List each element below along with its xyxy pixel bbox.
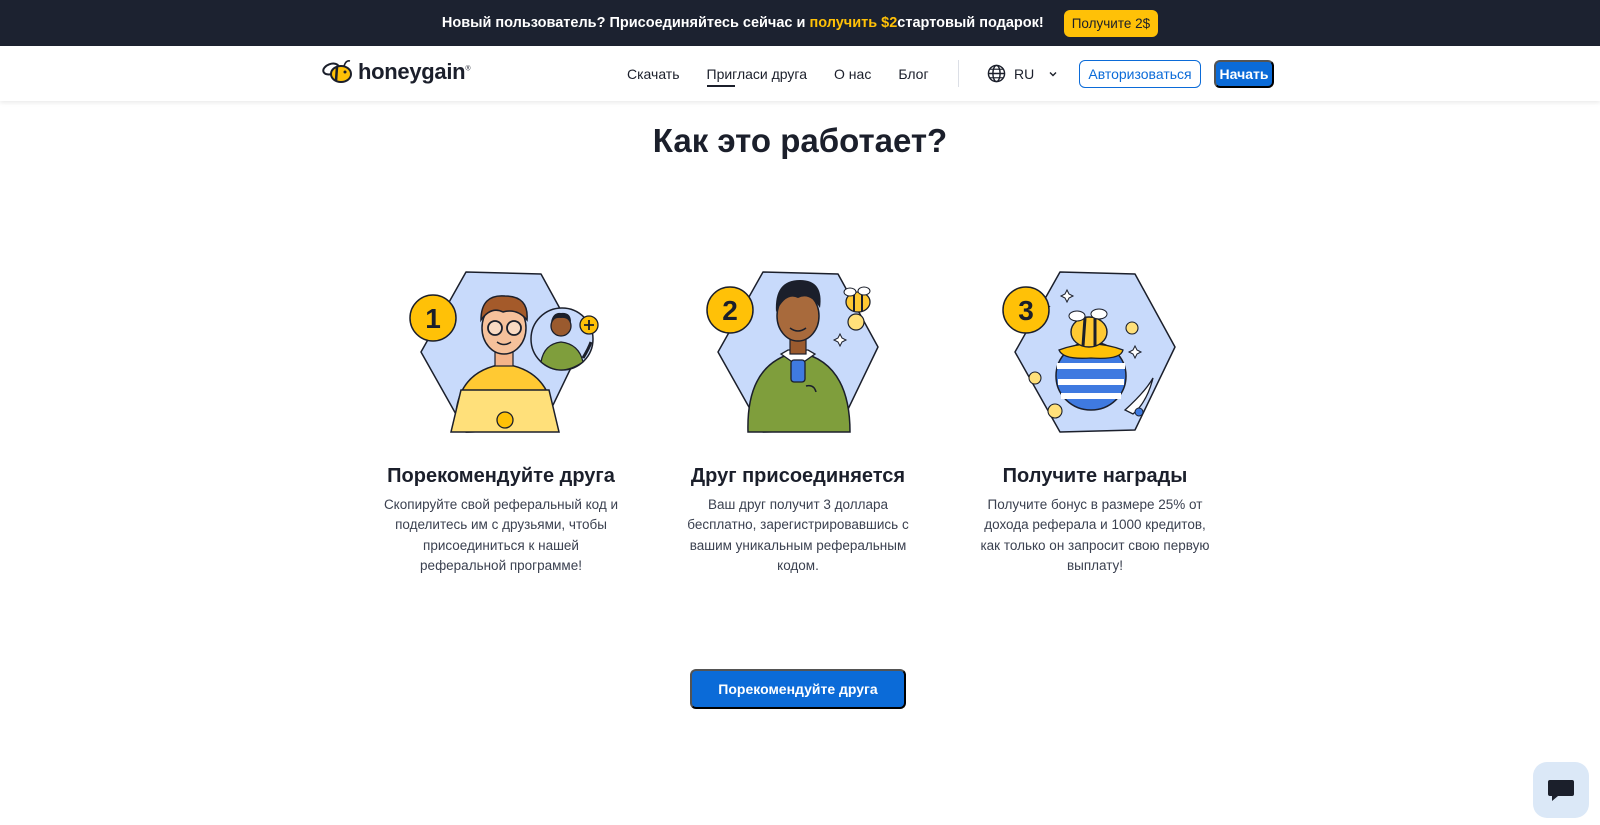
refer-friend-button[interactable]: Порекомендуйте друга xyxy=(690,669,906,709)
bee-honey-pot-icon: 3 xyxy=(1002,271,1176,433)
step-card-2: 2 Друг присоединяется Ваш друг получит 3… xyxy=(678,262,918,576)
step-desc-3: Получите бонус в размере 25% от дохода р… xyxy=(980,497,1210,573)
step-title-2: Друг присоединяется xyxy=(690,465,906,487)
step-card-1: 1 Порекомендуйте друга Скопируйте свой р… xyxy=(381,262,621,576)
step-number-1: 1 xyxy=(425,303,441,334)
page-title: Как это работает? xyxy=(652,122,948,159)
language-label: RU xyxy=(1014,65,1035,82)
top-navbar: honeygain® Скачать Пригласи друга О нас … xyxy=(0,46,1600,101)
promo-text: Новый пользователь? Присоединяйтесь сейч… xyxy=(442,15,1044,31)
chat-widget-button[interactable] xyxy=(1533,762,1589,818)
chevron-down-icon xyxy=(1049,71,1057,76)
get-bonus-button[interactable]: Получите 2$ xyxy=(1063,9,1159,37)
step-title-1: Порекомендуйте друга xyxy=(387,465,615,487)
step-card-3: 3 Получите награды Получите бонус в разм… xyxy=(975,262,1215,576)
nav-link-blog[interactable]: Блог xyxy=(898,66,928,82)
bee-logo-icon xyxy=(322,60,352,83)
nav-divider xyxy=(958,60,959,87)
logo-text: honeygain® xyxy=(358,59,471,84)
login-button[interactable]: Авторизоваться xyxy=(1079,60,1201,88)
person-with-phone-icon: 2 xyxy=(706,271,879,433)
logo[interactable]: honeygain® xyxy=(320,59,470,85)
person-with-laptop-icon: 1 xyxy=(409,271,599,433)
step-title-3: Получите награды xyxy=(1002,465,1188,487)
step-illustration-2: 2 xyxy=(678,262,918,452)
step-illustration-1: 1 xyxy=(381,262,621,452)
globe-icon xyxy=(987,64,1006,83)
language-selector[interactable]: RU xyxy=(987,46,1058,101)
nav-link-invite-friend[interactable]: Пригласи друга xyxy=(706,66,807,87)
promo-text-before: Новый пользователь? Присоединяйтесь сейч… xyxy=(441,15,810,31)
promo-text-highlight: получить $2 xyxy=(809,15,898,31)
step-illustration-3: 3 xyxy=(975,262,1215,452)
nav-link-about[interactable]: О нас xyxy=(834,66,871,82)
promo-text-after: стартовый подарок! xyxy=(897,15,1044,31)
start-button[interactable]: Начать xyxy=(1214,60,1274,88)
step-number-3: 3 xyxy=(1018,295,1034,326)
nav-links: Скачать Пригласи друга О нас Блог xyxy=(627,46,929,101)
step-desc-2: Ваш друг получит 3 доллара бесплатно, за… xyxy=(687,497,909,573)
nav-link-download[interactable]: Скачать xyxy=(627,66,680,82)
step-desc-1: Скопируйте свой реферальный код и подели… xyxy=(383,497,619,573)
promo-banner: Новый пользователь? Присоединяйтесь сейч… xyxy=(0,0,1600,46)
step-number-2: 2 xyxy=(722,295,738,326)
chat-icon xyxy=(1548,780,1574,801)
